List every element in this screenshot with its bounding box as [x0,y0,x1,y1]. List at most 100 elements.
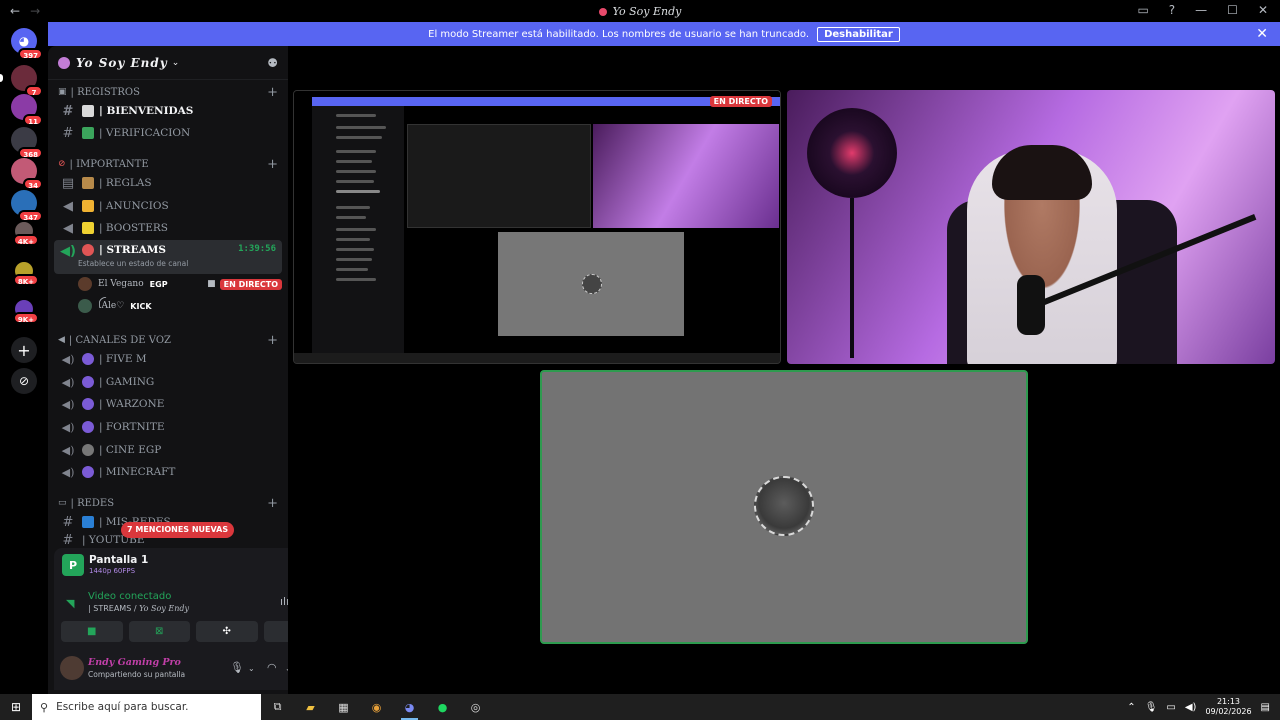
add-channel-icon[interactable]: + [267,333,278,348]
channel-anuncios[interactable]: ◀ | ANUNCIOS [54,195,282,217]
new-mentions-pill[interactable]: 7 MENCIONES NUEVAS [121,522,235,538]
voice-channel[interactable]: ◀) | FIVE M [54,348,282,370]
guild-header[interactable]: Yo Soy Endy ⌄ ⚉ [48,46,288,80]
maximize-icon[interactable]: ☐ [1227,3,1238,17]
activities-button[interactable]: ✣ [196,621,258,642]
avatar[interactable] [60,656,84,680]
channel-boosters[interactable]: ◀ | BOOSTERS [54,217,282,239]
channel-status-hint[interactable]: Establece un estado de canal [78,259,188,268]
category-label: | CANALES DE VOZ [68,334,171,346]
clock[interactable]: 21:13 09/02/2026 [1205,697,1251,717]
envelope-emoji-icon [82,105,94,117]
category-canales-de-voz[interactable]: ◀ | CANALES DE VOZ + [58,332,278,348]
store-icon[interactable]: ▦ [327,694,360,720]
headphones-icon[interactable]: ◠ [267,661,277,674]
user-name[interactable]: Endy Gaming Pro [88,657,181,668]
add-channel-icon[interactable]: + [267,157,278,172]
add-server-button[interactable]: + [11,337,37,363]
nested-stage [404,106,780,354]
camera-button[interactable]: ■ [61,621,123,642]
server-icon[interactable]: 11 [11,94,43,126]
taskbar-search[interactable]: ⚲ Escribe aquí para buscar. [32,694,261,720]
channel-emoji-icon [82,466,94,478]
server-icon[interactable]: 9K+ [12,300,39,324]
voice-connected-icon: ◀) [60,244,76,259]
stream-stage: EN DIRECTO [288,46,1280,694]
signal-icon[interactable]: ◥ [66,597,74,610]
noise-suppression-icon[interactable]: ılı [280,595,288,608]
close-banner-icon[interactable]: ✕ [1256,26,1268,42]
voice-channel[interactable]: ◀) | GAMING [54,371,282,393]
channel-reglas[interactable]: ▤ | REGLAS [54,172,282,194]
voice-channel[interactable]: ◀) | CINE EGP [54,439,282,461]
network-icon[interactable]: ▭ [1166,702,1175,713]
mic-tray-icon[interactable]: 🎙 [1145,702,1158,713]
add-channel-icon[interactable]: + [267,85,278,100]
help-icon[interactable]: ? [1169,3,1175,17]
disable-streamer-mode-button[interactable]: Deshabilitar [817,26,900,42]
minimize-icon[interactable]: — [1195,3,1207,17]
server-icon[interactable]: 7 [11,65,43,97]
category-importante[interactable]: ⊘ | IMPORTANTE + [58,156,278,172]
voice-channel[interactable]: ◀) | FORTNITE [54,416,282,438]
windows-start-icon[interactable]: ⊞ [0,700,32,714]
channel-streams[interactable]: ◀) | STREAMS 1:39:56 Establece un estado de… [54,240,282,274]
guild-name: Yo Soy Endy [76,55,168,70]
channel-bienvenidas[interactable]: # | BIENVENIDAS [54,100,282,122]
camera-tile[interactable] [787,90,1275,364]
spotify-icon[interactable]: ● [426,694,459,720]
channel-label: | GAMING [99,376,155,388]
voice-channel[interactable]: ◀) | WARZONE [54,393,282,415]
discover-button[interactable]: ⊘ [11,368,37,394]
chrome-icon[interactable]: ◉ [360,694,393,720]
screen-share-tile[interactable]: EN DIRECTO [293,90,781,364]
soundboard-button[interactable]: ♫ [263,621,288,642]
server-icon[interactable]: 347 [11,190,43,222]
member-name: El Vegano [98,279,144,289]
cast-icon[interactable]: ▭ [1137,3,1148,17]
invite-icon[interactable]: ⚉ [267,56,278,70]
share-screen-button[interactable]: ⊠ [128,621,190,642]
nested-avatar [582,274,602,294]
server-icon[interactable]: 4K+ [12,222,39,246]
close-window-icon[interactable]: ✕ [1258,3,1268,17]
category-registros[interactable]: ▣ | REGISTROS + [58,84,278,100]
screen-share-title: Pantalla 1 [89,554,149,566]
speaker-icon: ◀) [61,352,75,366]
voice-member[interactable]: El Vegano EGP ■ EN DIRECTO [78,274,282,294]
voice-member[interactable]: ꪶAle♡ KICK [78,296,282,316]
server-icon[interactable]: 8K+ [12,262,39,286]
discord-app: ← → Yo Soy Endy ▭ ? — ☐ ✕ ◕ 397 7 11 368 … [0,0,1280,720]
channel-emoji-icon [82,398,94,410]
server-icon[interactable]: 368 [11,127,43,159]
idle-participant-tile[interactable] [540,370,1028,644]
category-redes[interactable]: ▭ | REDES + [58,495,278,511]
connection-server-name: Yo Soy Endy [139,604,189,613]
connection-status[interactable]: Video conectado [88,591,171,602]
voice-channel[interactable]: ◀) | MINECRAFT [54,461,282,483]
task-view-icon[interactable]: ⧉ [261,694,294,720]
connection-channel-name: | STREAMS / [88,604,137,613]
speaker-icon: ◀) [61,465,75,479]
server-badge: 11 [23,114,43,126]
volume-icon[interactable]: ◀) [1185,702,1197,713]
channel-label: | FIVE M [99,353,147,365]
add-channel-icon[interactable]: + [267,496,278,511]
channel-label: | STREAMS [99,244,166,256]
obs-icon[interactable]: ◎ [459,694,492,720]
text-channel-icon: # [62,125,74,141]
chevron-up-icon[interactable]: ⌃ [1127,702,1135,713]
channel-emoji-icon [82,353,94,365]
guild-icon [58,56,70,69]
microphone-icon[interactable]: 🎙 [230,661,244,674]
server-icon[interactable]: 34 [11,158,43,190]
discord-taskbar-icon[interactable]: ◕ [393,694,426,720]
channel-verificacion[interactable]: # | VERIFICACION [54,122,282,144]
category-emoji-icon: ▣ [58,87,67,97]
chevron-down-icon[interactable]: ⌄ [248,664,255,673]
speaker-icon: ◀) [61,397,75,411]
file-explorer-icon[interactable]: ▰ [294,694,327,720]
discord-home-button[interactable]: ◕ 397 [11,28,43,60]
notifications-icon[interactable]: ▤ [1261,702,1270,713]
screen-share-thumb-icon: P [62,554,84,576]
